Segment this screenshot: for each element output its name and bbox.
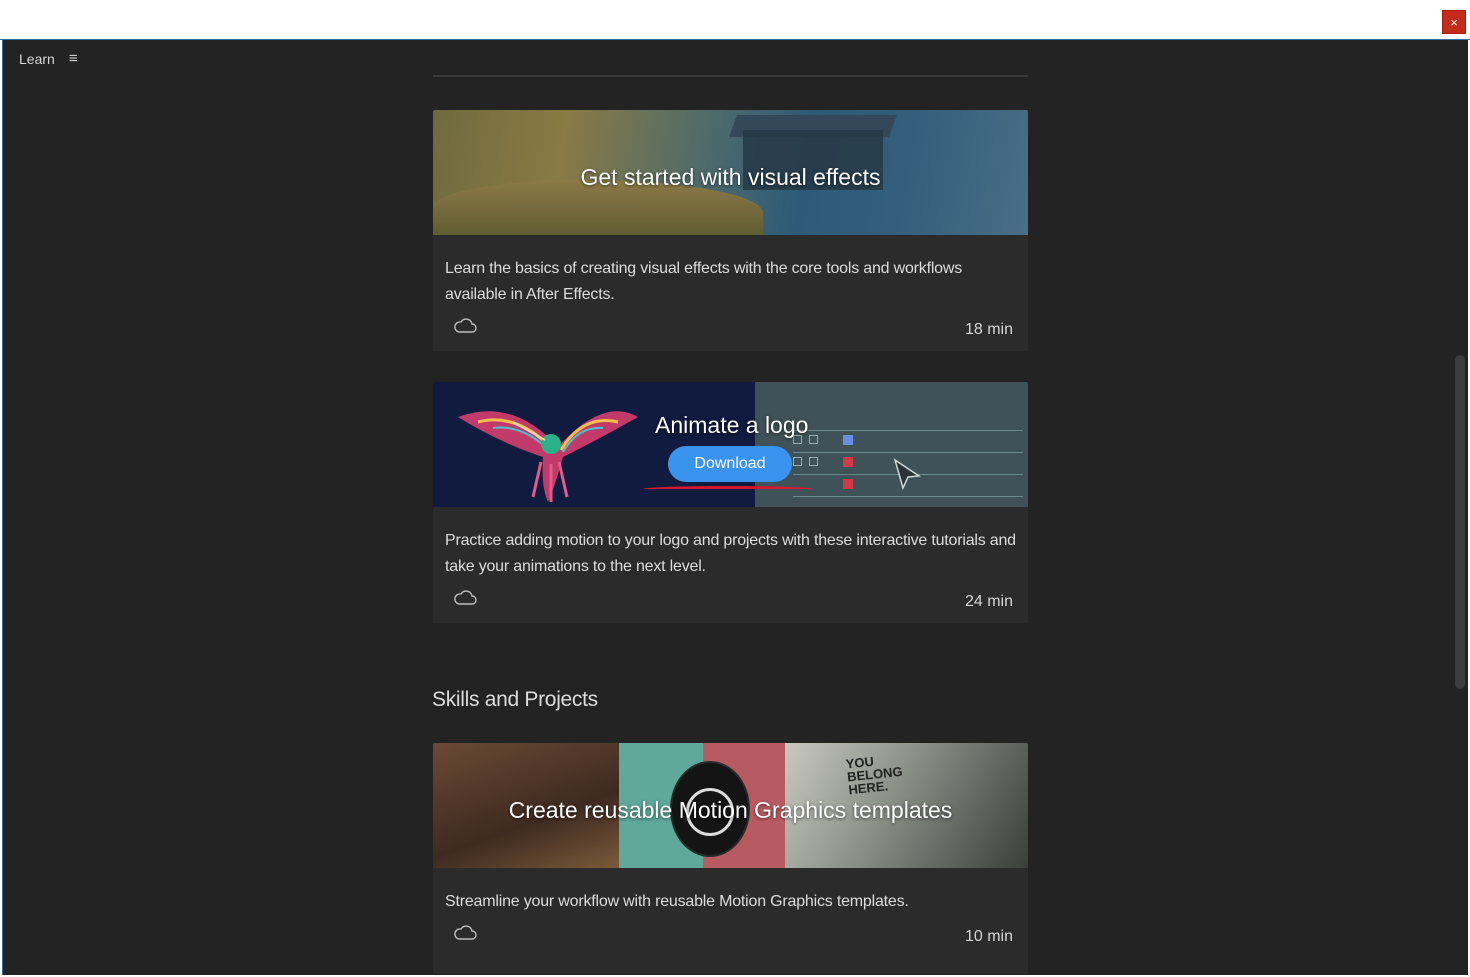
hamburger-menu-icon[interactable]: ≡ xyxy=(69,50,78,67)
window-titlebar: × xyxy=(0,0,1470,40)
section-title-skills: Skills and Projects xyxy=(432,688,598,711)
close-icon: × xyxy=(1450,14,1458,30)
panel-header: Learn ≡ xyxy=(19,50,78,67)
cursor-icon xyxy=(893,458,922,490)
timeline-row xyxy=(793,452,1023,453)
card-description: Learn the basics of creating visual effe… xyxy=(445,260,963,303)
close-button[interactable]: × xyxy=(1442,10,1466,34)
tutorial-card-motion-graphics[interactable]: YOU BELONG HERE. Create reusable Motion … xyxy=(433,743,1028,974)
timeline-row xyxy=(793,430,1023,431)
timeline-keyframe xyxy=(843,457,853,467)
card-banner-image[interactable]: Animate a logo Download xyxy=(433,382,1028,507)
timeline-checkbox xyxy=(809,435,818,444)
cloud-icon xyxy=(454,590,477,605)
card-footer: 10 min xyxy=(433,922,1028,958)
timeline-row xyxy=(793,496,1023,497)
timeline-checkbox xyxy=(809,457,818,466)
hummingbird-icon xyxy=(458,411,638,502)
card-description: Practice adding motion to your logo and … xyxy=(445,532,1016,575)
download-button[interactable]: Download xyxy=(668,446,792,482)
divider xyxy=(433,75,1028,77)
cloud-icon xyxy=(454,318,477,333)
card-banner-image[interactable]: Get started with visual effects xyxy=(433,110,1028,235)
learn-panel: Learn ≡ Get started with visual effects … xyxy=(2,40,1468,975)
card-footer: 18 min xyxy=(433,315,1028,351)
card-footer: 24 min xyxy=(433,587,1028,623)
banner-sign-text: YOU BELONG HERE. xyxy=(844,753,904,798)
timeline-checkbox xyxy=(793,457,802,466)
tutorial-card-visual-effects[interactable]: Get started with visual effects Learn th… xyxy=(433,110,1028,351)
annotation-underline xyxy=(643,486,813,492)
card-duration: 10 min xyxy=(964,928,1013,945)
panel-title: Learn xyxy=(19,50,55,67)
timeline-keyframe xyxy=(843,479,853,489)
scrollbar-thumb[interactable] xyxy=(1455,355,1465,689)
card-title: Create reusable Motion Graphics template… xyxy=(508,797,953,823)
card-duration: 18 min xyxy=(964,321,1013,338)
card-title: Animate a logo xyxy=(655,412,809,438)
timeline-keyframe xyxy=(843,435,853,445)
cloud-icon xyxy=(454,925,477,940)
card-duration: 24 min xyxy=(964,593,1013,610)
card-banner-image[interactable]: YOU BELONG HERE. Create reusable Motion … xyxy=(433,743,1028,868)
tutorial-card-animate-logo[interactable]: Animate a logo Download Practice adding … xyxy=(433,382,1028,623)
card-title: Get started with visual effects xyxy=(580,164,881,190)
